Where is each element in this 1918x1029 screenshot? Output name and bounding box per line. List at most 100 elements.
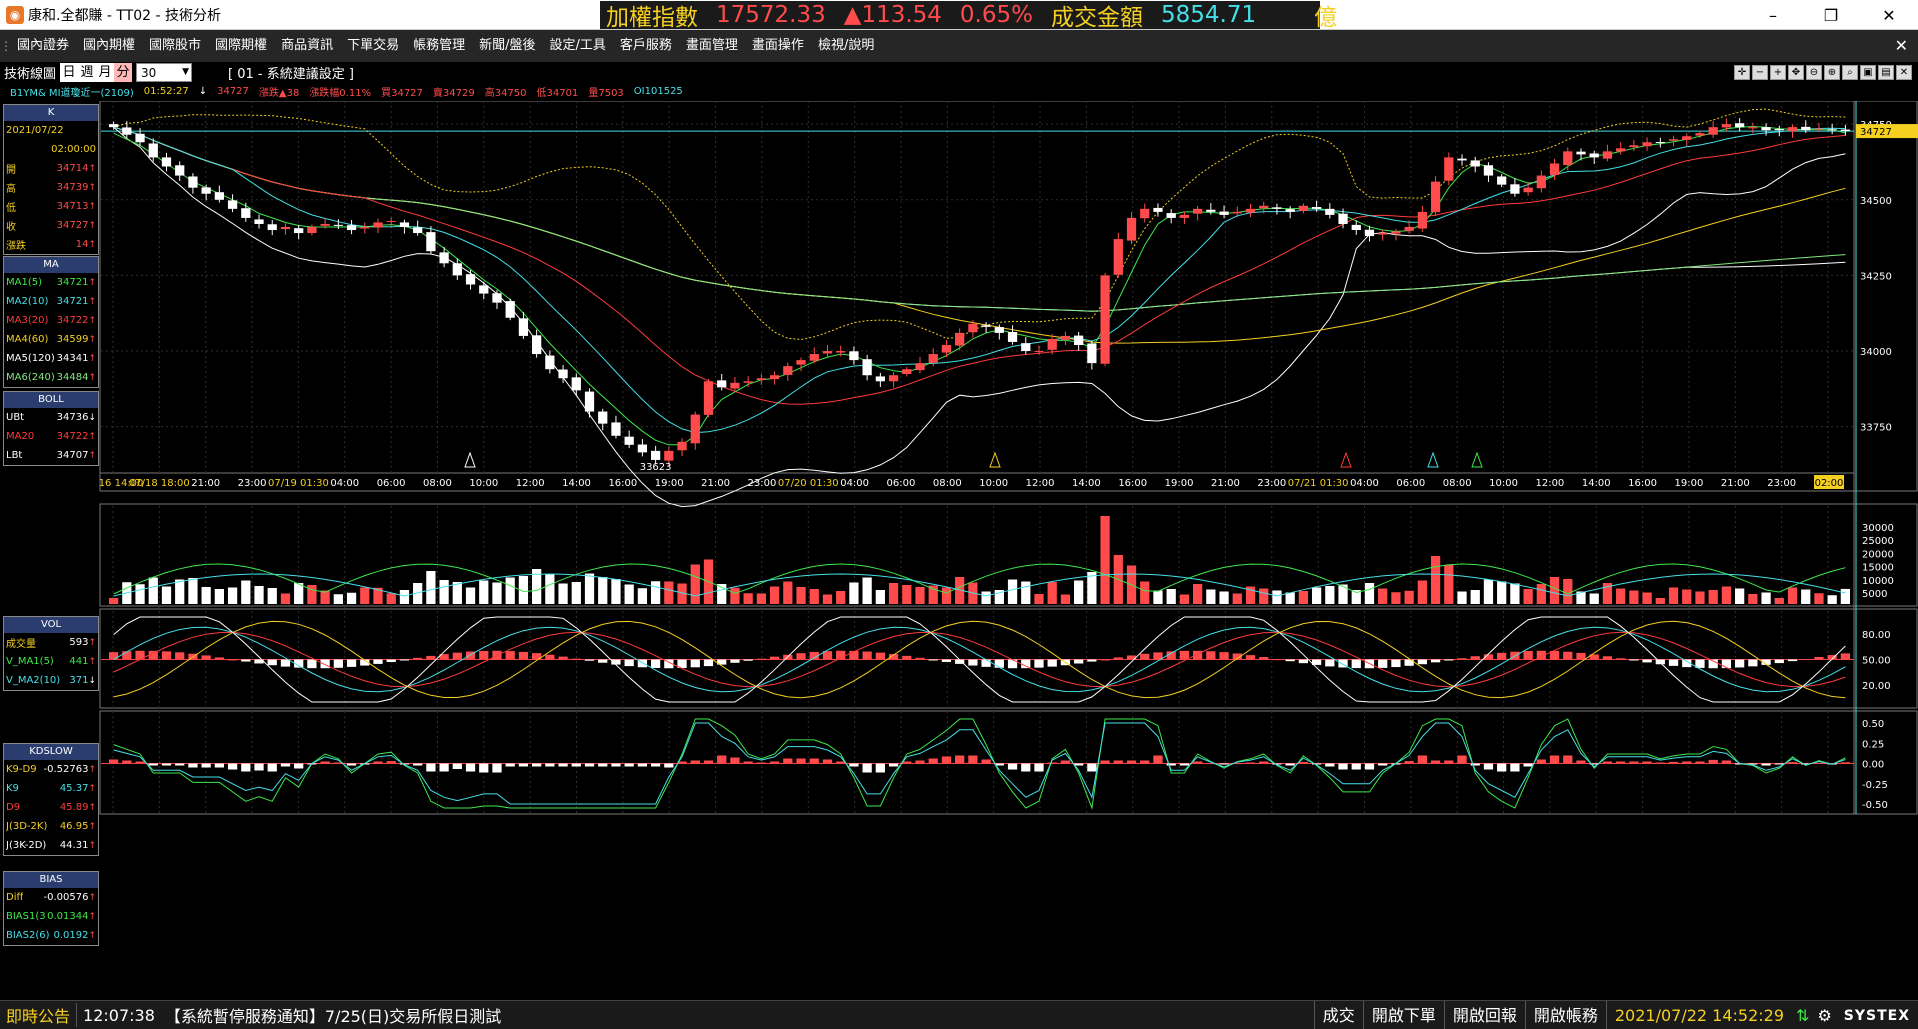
- bias-diff-bar: [1378, 763, 1388, 766]
- bias-tick-label: 0.00: [1862, 760, 1884, 771]
- ma-label: MA4(60): [6, 334, 49, 345]
- kd-diff-bar: [915, 657, 925, 660]
- k-change-label: 漲跌: [6, 241, 26, 252]
- volume-bar: [1338, 584, 1348, 604]
- kd-diff-bar: [413, 657, 423, 660]
- menu-domestic-securities[interactable]: 國內證券: [10, 30, 76, 62]
- kd-diff-bar: [981, 659, 991, 667]
- volume-bar: [1655, 598, 1665, 604]
- move-icon[interactable]: ✥: [1788, 65, 1804, 80]
- menu-intl-futures[interactable]: 國際期權: [208, 30, 274, 62]
- volume-bar: [426, 571, 436, 604]
- kd-diff-bar: [1523, 650, 1533, 660]
- search-plus-icon[interactable]: ⊕: [1824, 65, 1840, 80]
- boll-lb-value: 34707: [57, 450, 96, 461]
- menu-screen-ops[interactable]: 畫面操作: [745, 30, 811, 62]
- panel-close-icon[interactable]: ✕: [1896, 65, 1912, 80]
- ma120-line: [113, 126, 1846, 312]
- candle-body: [1642, 142, 1652, 147]
- maximize-button[interactable]: ❐: [1802, 0, 1860, 30]
- candle-body: [1536, 175, 1546, 189]
- volume-bar: [637, 588, 648, 604]
- volume-bar: [1166, 589, 1176, 604]
- close-button[interactable]: ✕: [1860, 0, 1918, 30]
- menu-settings[interactable]: 設定/工具: [543, 30, 613, 62]
- k-open-label: 開: [6, 165, 16, 176]
- menu-news[interactable]: 新聞/盤後: [472, 30, 542, 62]
- vol-row-ma1: V_MA1(5) 441: [4, 652, 98, 671]
- candle-body: [1351, 224, 1361, 231]
- menu-product-info[interactable]: 商品資訊: [274, 30, 340, 62]
- volume-bar: [888, 583, 899, 604]
- crosshair-icon[interactable]: ✛: [1734, 65, 1750, 80]
- save-icon[interactable]: ▣: [1860, 65, 1876, 80]
- candle-body: [1378, 233, 1388, 235]
- candle-body: [902, 369, 912, 375]
- candle-body: [413, 227, 423, 234]
- kd-j2-value: 44.31: [60, 840, 96, 851]
- trade-button[interactable]: 成交: [1313, 1001, 1363, 1029]
- time-tick-label: 21:00: [701, 478, 730, 489]
- layout-icon[interactable]: ▤: [1878, 65, 1894, 80]
- kd-diff-bar: [1576, 652, 1586, 660]
- menu-view-help[interactable]: 檢視/說明: [811, 30, 881, 62]
- time-tick-label: 21:00: [191, 478, 220, 489]
- bias-diff-bar: [1430, 760, 1441, 764]
- time-tick-label: 04:00: [330, 478, 359, 489]
- candle-body: [968, 323, 978, 333]
- period-week-button[interactable]: 週: [78, 63, 97, 82]
- ma240-line: [113, 126, 1846, 312]
- menu-domestic-futures[interactable]: 國內期權: [76, 30, 142, 62]
- volume-bar: [730, 587, 740, 604]
- kd-diff-bar: [928, 659, 938, 661]
- open-account-button[interactable]: 開啟帳務: [1524, 1001, 1606, 1029]
- kd-diff-bar: [598, 659, 608, 663]
- volume-bar: [241, 580, 251, 604]
- menu-close-icon[interactable]: ✕: [1895, 30, 1908, 62]
- candle-body: [1311, 207, 1322, 209]
- ma-label: MA3(20): [6, 315, 49, 326]
- setting-label[interactable]: [ 01 - 系統建議設定 ]: [228, 63, 354, 82]
- quote-bid: 買34727: [381, 87, 423, 99]
- bias-diff-bar: [1642, 761, 1652, 764]
- period-minute-button[interactable]: 分: [114, 63, 133, 82]
- menu-screen-manage[interactable]: 畫面管理: [679, 30, 745, 62]
- boll-upper-line: [113, 108, 1846, 341]
- kd-tick-label: 20.00: [1862, 681, 1891, 692]
- volume-bar: [849, 582, 859, 604]
- bias-diff-bar: [214, 763, 224, 768]
- gear-icon[interactable]: ⚙: [1813, 1006, 1835, 1025]
- period-day-button[interactable]: 日: [60, 63, 79, 82]
- volume-bar: [796, 587, 806, 604]
- zoom-out-icon[interactable]: −: [1752, 65, 1768, 80]
- chart-area[interactable]: 07/16 14:0007/18 18:0021:0023:0007/19 01…: [99, 101, 1918, 997]
- candle-body: [280, 226, 291, 230]
- kd-diff-bar: [1444, 659, 1454, 661]
- kd-diff-bar: [1245, 655, 1256, 660]
- menu-intl-stocks[interactable]: 國際股市: [142, 30, 208, 62]
- announce-label[interactable]: 即時公告: [0, 1003, 78, 1027]
- volume-bar: [175, 579, 185, 604]
- bias-diff-bar: [1113, 760, 1123, 764]
- open-report-button[interactable]: 開啟回報: [1443, 1001, 1525, 1029]
- candle-body: [1682, 136, 1692, 140]
- menu-service[interactable]: 客戶服務: [613, 30, 679, 62]
- bias-diff-bar: [1616, 761, 1626, 764]
- minimize-button[interactable]: –: [1744, 0, 1802, 30]
- search-icon[interactable]: ⌕: [1842, 65, 1858, 80]
- zoom-in-icon[interactable]: +: [1770, 65, 1786, 80]
- period-month-button[interactable]: 月: [96, 63, 115, 82]
- open-order-button[interactable]: 開啟下單: [1362, 1001, 1444, 1029]
- volume-tick-label: 5000: [1862, 589, 1887, 600]
- interval-select[interactable]: 30 ▼: [136, 63, 193, 82]
- bias-diff-bar: [624, 763, 634, 767]
- status-bar: 即時公告 12:07:38 【系統暫停服務通知】7/25(日)交易所假日測試 成…: [0, 1000, 1918, 1029]
- volume-bar: [1787, 587, 1798, 604]
- kd-diff-bar: [1113, 657, 1123, 660]
- menu-account[interactable]: 帳務管理: [406, 30, 472, 62]
- menu-order[interactable]: 下單交易: [340, 30, 406, 62]
- announce-text[interactable]: 【系統暫停服務通知】7/25(日)交易所假日測試: [161, 1003, 505, 1027]
- search-minus-icon[interactable]: ⊖: [1806, 65, 1822, 80]
- kd-diff-bar: [346, 659, 357, 667]
- volume-bar: [1272, 590, 1282, 604]
